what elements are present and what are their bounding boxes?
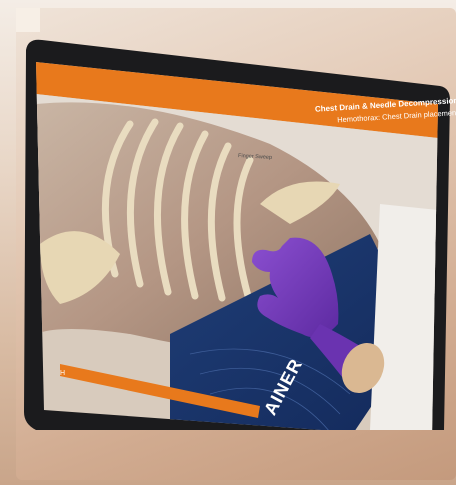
side-panel [370,204,438,430]
tablet-device: Chest Drain & Needle Decompression Hemot… [20,34,456,430]
tablet-illustration [24,39,450,430]
photo: Chest Drain & Needle Decompression Hemot… [0,0,456,485]
edge-letter: H [60,370,66,377]
corner-block [16,8,40,32]
